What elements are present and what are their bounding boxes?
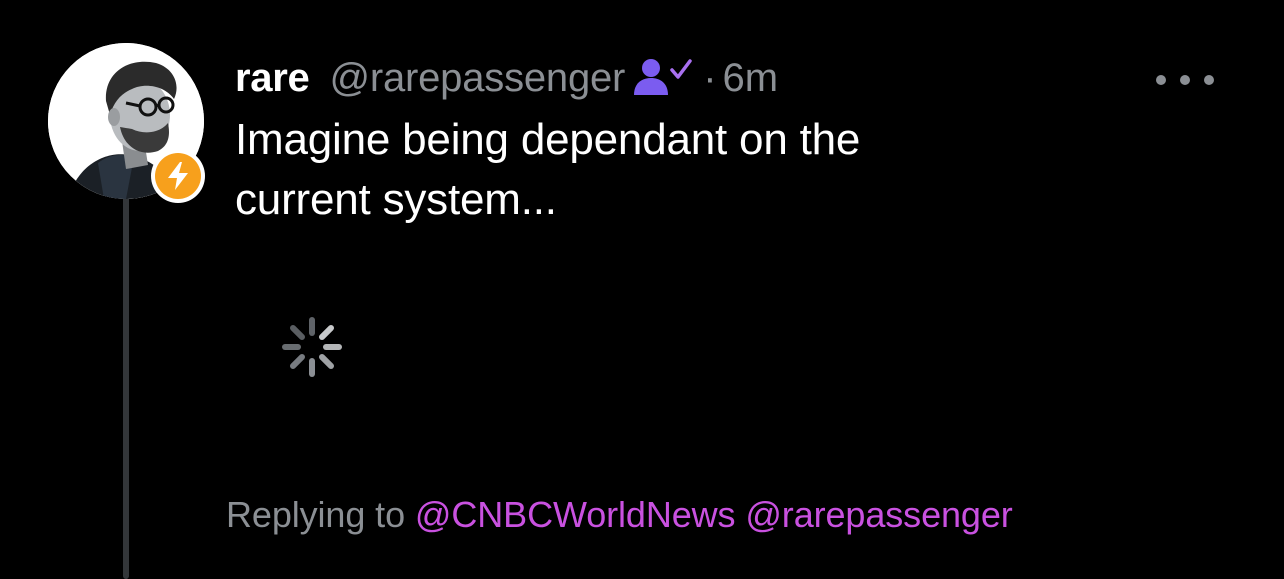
post-text: Imagine being dependant on the current s…: [235, 115, 861, 224]
separator-dot: ·: [703, 55, 717, 100]
more-horizontal-icon: [1204, 75, 1214, 85]
loading-spinner-icon: [281, 316, 343, 378]
post-timestamp[interactable]: 6m: [723, 56, 779, 101]
mention-link[interactable]: @CNBCWorldNews: [415, 494, 736, 535]
thread-line: [123, 196, 129, 579]
user-handle[interactable]: @rarepassenger: [329, 56, 625, 101]
avatar[interactable]: [48, 43, 205, 203]
mention-link[interactable]: @rarepassenger: [745, 494, 1012, 535]
post-header: rare @rarepassenger · 6m: [235, 50, 778, 106]
display-name[interactable]: rare: [235, 56, 310, 101]
person-check-icon: [633, 57, 693, 99]
replying-to: Replying to @CNBCWorldNews @rarepassenge…: [226, 494, 1013, 536]
more-horizontal-icon: [1156, 75, 1166, 85]
more-options-button[interactable]: [1156, 62, 1214, 98]
lightning-bolt-icon: [155, 153, 201, 199]
replying-to-label: Replying to: [226, 494, 406, 535]
more-horizontal-icon: [1180, 75, 1190, 85]
status-badge: [151, 149, 205, 203]
